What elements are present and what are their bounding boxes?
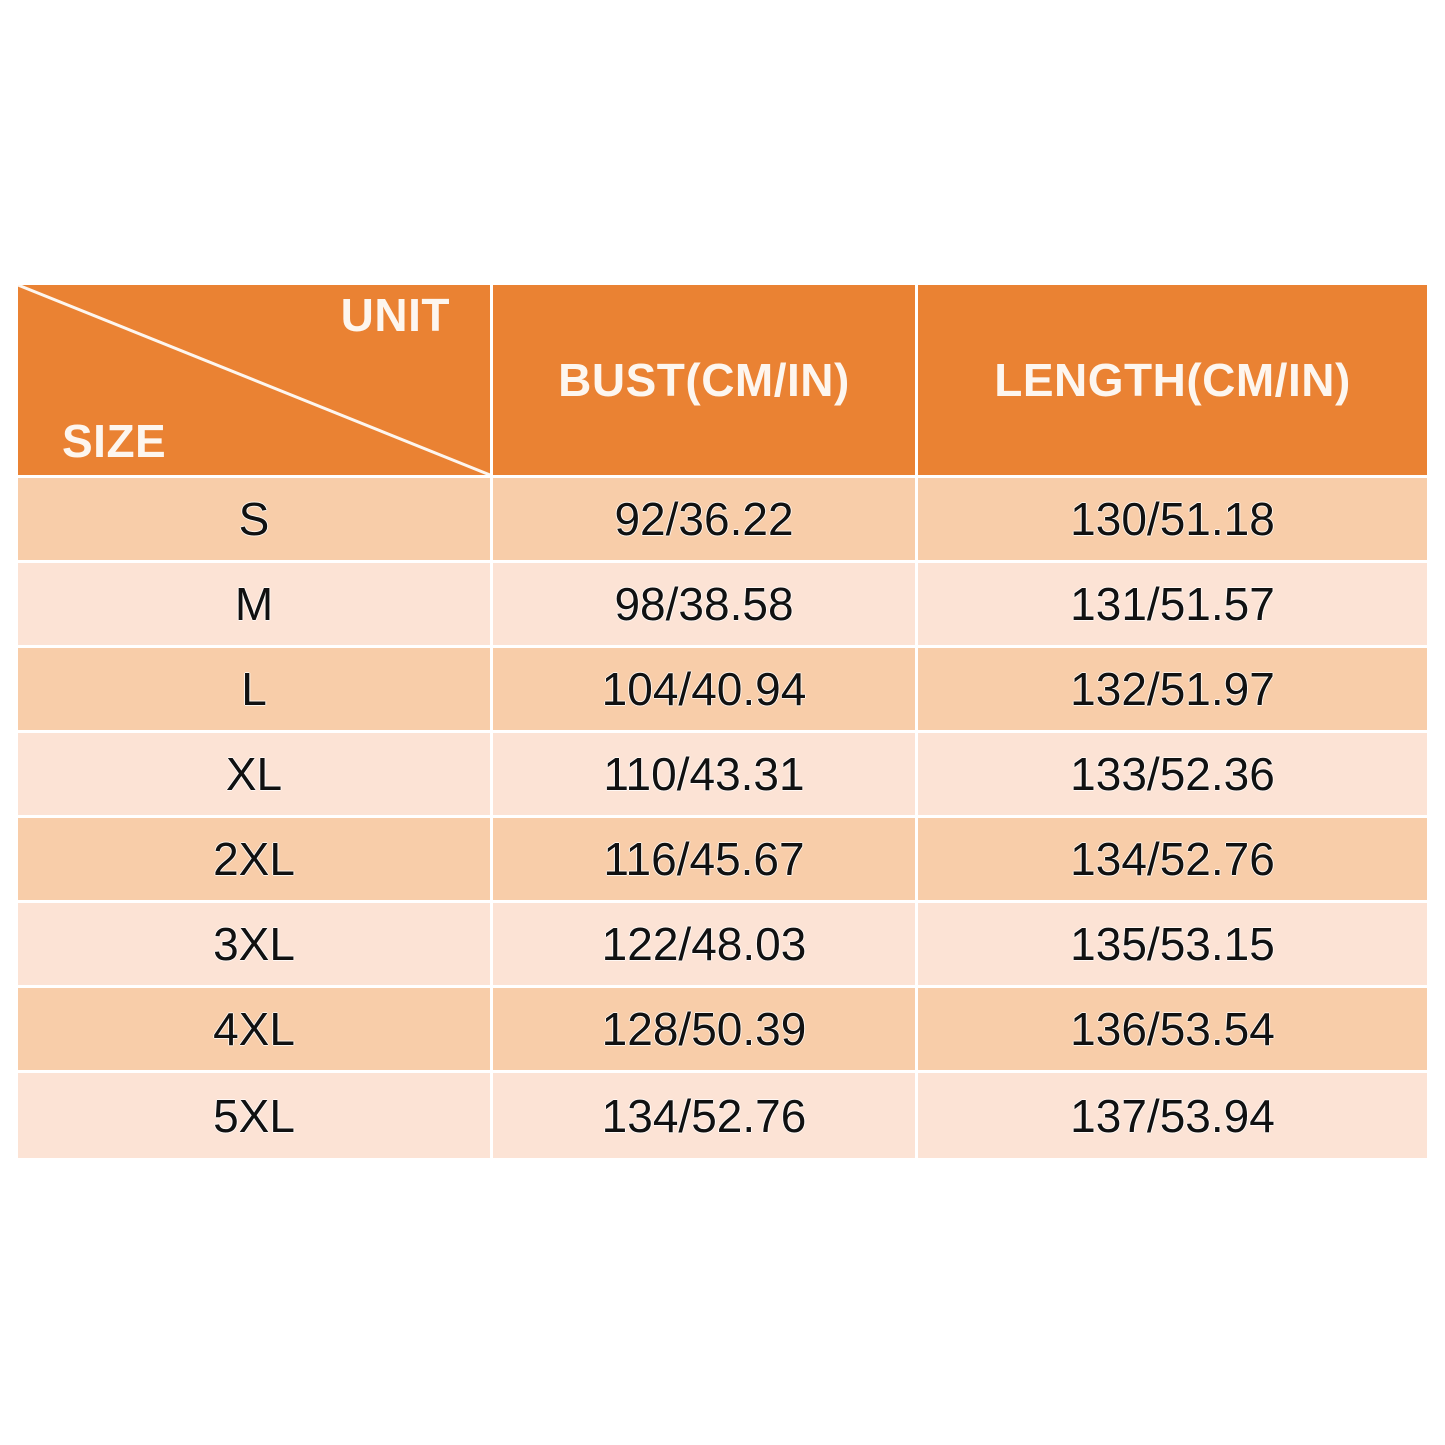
cell-length: 131/51.57 [918,563,1427,648]
cell-size: 2XL [18,818,493,903]
table-row: 2XL 116/45.67 134/52.76 [18,818,1427,903]
cell-length: 133/52.36 [918,733,1427,818]
size-chart-container: UNIT SIZE BUST(CM/IN) LENGTH(CM/IN) S 92… [18,285,1427,1158]
table-body: S 92/36.22 130/51.18 M 98/38.58 131/51.5… [18,478,1427,1158]
cell-bust: 116/45.67 [493,818,918,903]
cell-length: 130/51.18 [918,478,1427,563]
table-row: 4XL 128/50.39 136/53.54 [18,988,1427,1073]
cell-bust: 128/50.39 [493,988,918,1073]
header-label-size: SIZE [62,414,167,467]
header-cell-bust: BUST(CM/IN) [493,285,918,478]
header-cell-size-unit: UNIT SIZE [18,285,493,478]
cell-size: M [18,563,493,648]
table-row: M 98/38.58 131/51.57 [18,563,1427,648]
cell-length: 134/52.76 [918,818,1427,903]
cell-bust: 134/52.76 [493,1073,918,1158]
cell-size: S [18,478,493,563]
table-header: UNIT SIZE BUST(CM/IN) LENGTH(CM/IN) [18,285,1427,478]
cell-size: 3XL [18,903,493,988]
cell-length: 137/53.94 [918,1073,1427,1158]
size-chart-table: UNIT SIZE BUST(CM/IN) LENGTH(CM/IN) S 92… [18,285,1427,1158]
table-row: 3XL 122/48.03 135/53.15 [18,903,1427,988]
cell-length: 135/53.15 [918,903,1427,988]
cell-size: XL [18,733,493,818]
cell-bust: 98/38.58 [493,563,918,648]
cell-bust: 104/40.94 [493,648,918,733]
diagonal-header-inner: UNIT SIZE [18,285,490,475]
cell-bust: 122/48.03 [493,903,918,988]
table-row: L 104/40.94 132/51.97 [18,648,1427,733]
cell-bust: 110/43.31 [493,733,918,818]
cell-length: 136/53.54 [918,988,1427,1073]
table-row: XL 110/43.31 133/52.36 [18,733,1427,818]
cell-size: L [18,648,493,733]
header-cell-length: LENGTH(CM/IN) [918,285,1427,478]
cell-size: 5XL [18,1073,493,1158]
table-row: S 92/36.22 130/51.18 [18,478,1427,563]
cell-bust: 92/36.22 [493,478,918,563]
header-label-unit: UNIT [340,289,450,341]
table-row: 5XL 134/52.76 137/53.94 [18,1073,1427,1158]
header-row: UNIT SIZE BUST(CM/IN) LENGTH(CM/IN) [18,285,1427,478]
cell-length: 132/51.97 [918,648,1427,733]
cell-size: 4XL [18,988,493,1073]
